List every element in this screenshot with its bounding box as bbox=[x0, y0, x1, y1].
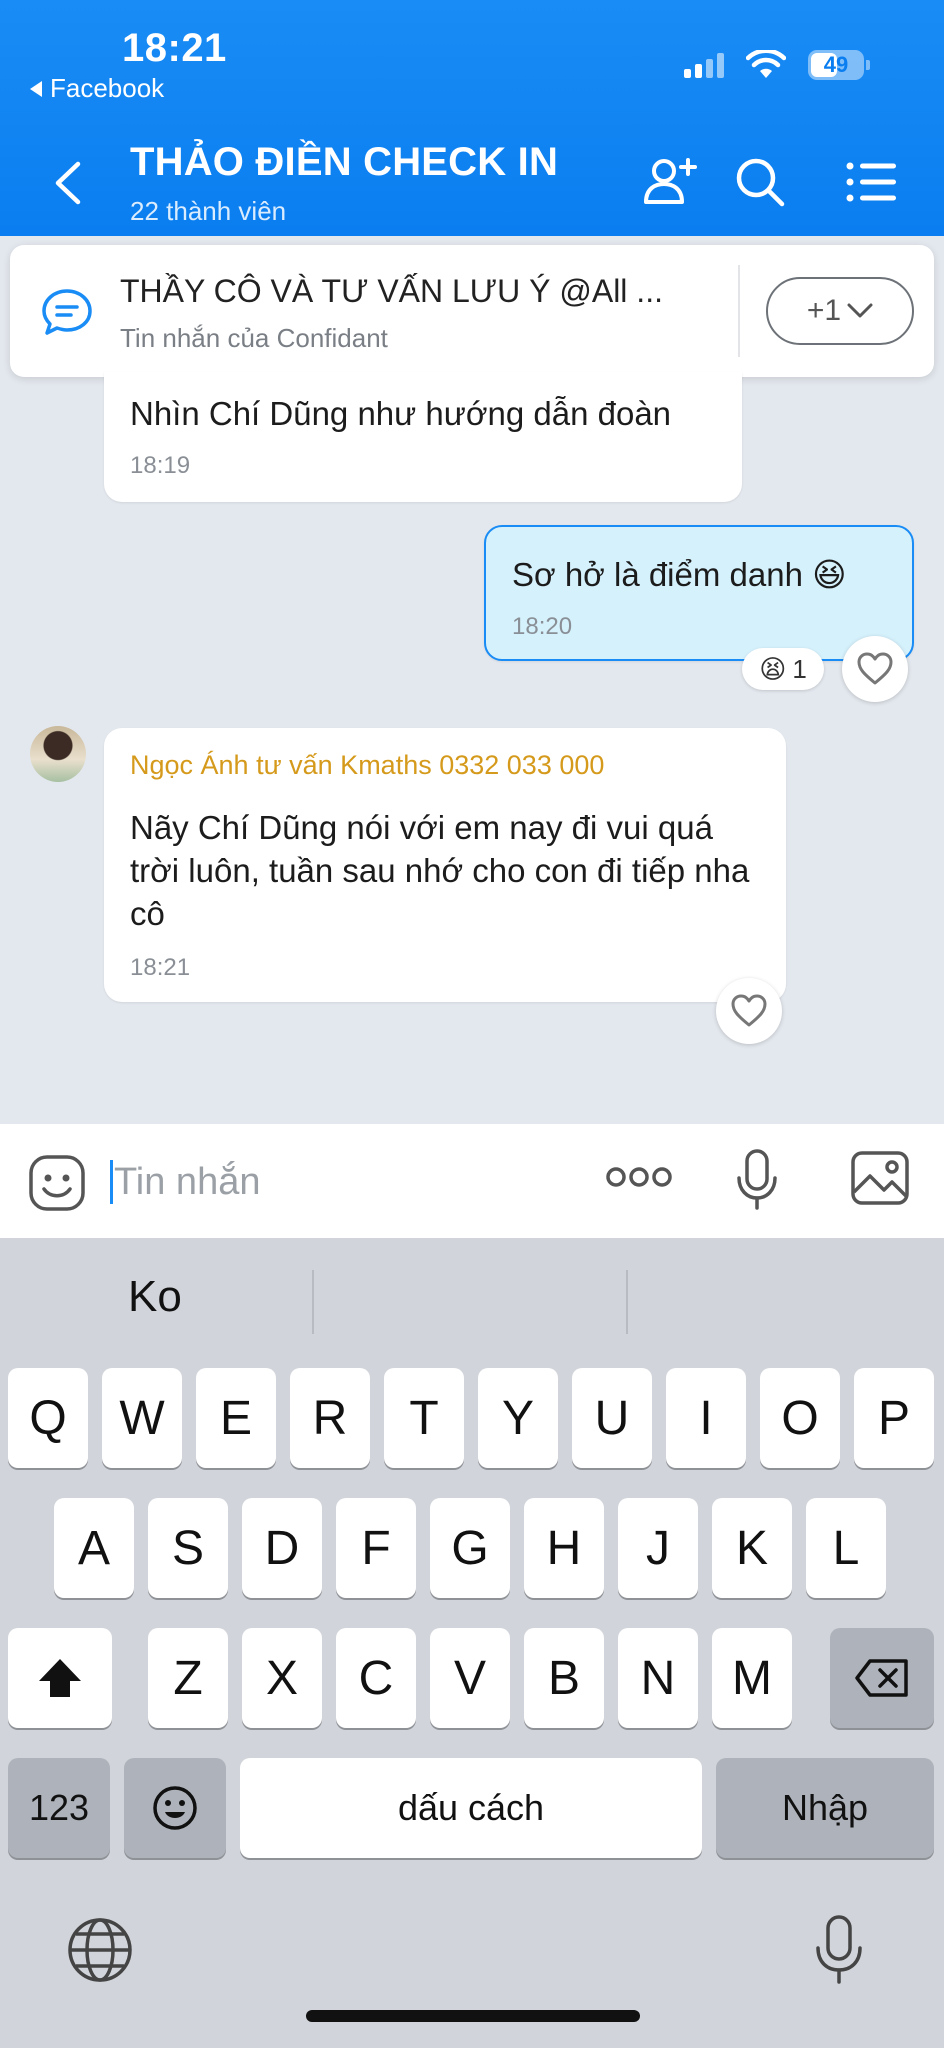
voice-record-icon[interactable] bbox=[736, 1148, 778, 1212]
backspace-icon bbox=[855, 1659, 908, 1697]
back-triangle-icon bbox=[30, 80, 42, 97]
emoji-key[interactable] bbox=[124, 1758, 226, 1858]
like-button[interactable] bbox=[716, 978, 782, 1044]
key-w[interactable]: W bbox=[102, 1368, 182, 1468]
key-g[interactable]: G bbox=[430, 1498, 510, 1598]
status-time: 18:21 bbox=[122, 26, 227, 70]
key-x[interactable]: X bbox=[242, 1628, 322, 1728]
message-bubble-incoming[interactable]: Ngọc Ánh tư vấn Kmaths 0332 033 000 Nãy … bbox=[104, 728, 786, 1002]
home-indicator[interactable] bbox=[306, 2010, 640, 2022]
status-icons: 49 bbox=[684, 50, 870, 80]
key-o[interactable]: O bbox=[760, 1368, 840, 1468]
add-member-icon bbox=[644, 158, 697, 204]
member-count[interactable]: 22 thành viên bbox=[130, 196, 286, 227]
key-i[interactable]: I bbox=[666, 1368, 746, 1468]
key-h[interactable]: H bbox=[524, 1498, 604, 1598]
message-text: Nhìn Chí Dũng như hướng dẫn đoàn bbox=[130, 395, 672, 432]
key-r[interactable]: R bbox=[290, 1368, 370, 1468]
key-f[interactable]: F bbox=[336, 1498, 416, 1598]
reaction-emoji: 😫 bbox=[759, 653, 787, 684]
pinned-count-button[interactable]: +1 bbox=[766, 277, 914, 345]
key-y[interactable]: Y bbox=[478, 1368, 558, 1468]
pinned-subtitle: Tin nhắn của Confidant bbox=[120, 323, 388, 353]
keyboard: Ko Q W E R T Y U I O P A S D F G H J K L… bbox=[0, 1238, 944, 2048]
image-picker-icon[interactable] bbox=[850, 1150, 910, 1206]
search-icon bbox=[736, 158, 785, 207]
heart-icon bbox=[857, 652, 893, 685]
key-j[interactable]: J bbox=[618, 1498, 698, 1598]
chat-bubble-icon bbox=[42, 289, 92, 335]
battery-level: 49 bbox=[823, 52, 849, 77]
key-q[interactable]: Q bbox=[8, 1368, 88, 1468]
key-e[interactable]: E bbox=[196, 1368, 276, 1468]
back-app-label: Facebook bbox=[50, 73, 165, 103]
return-key[interactable]: Nhập bbox=[716, 1758, 934, 1858]
text-caret bbox=[110, 1160, 113, 1204]
back-to-app-link[interactable]: Facebook bbox=[30, 73, 164, 104]
shift-key[interactable] bbox=[8, 1628, 112, 1728]
pinned-count: +1 bbox=[806, 294, 842, 327]
key-p[interactable]: P bbox=[854, 1368, 934, 1468]
emoji-icon bbox=[153, 1786, 197, 1830]
key-l[interactable]: L bbox=[806, 1498, 886, 1598]
chat-header: 18:21 Facebook 49 THẢO ĐIỀN CHECK IN 22 … bbox=[0, 0, 944, 236]
heart-icon bbox=[731, 994, 767, 1027]
search-button[interactable] bbox=[728, 150, 792, 214]
message-text: Nãy Chí Dũng nói với em nay đi vui quá t… bbox=[130, 809, 750, 932]
reaction-badge[interactable]: 😫 1 bbox=[742, 648, 824, 690]
key-d[interactable]: D bbox=[242, 1498, 322, 1598]
message-input[interactable] bbox=[114, 1154, 574, 1210]
message-bubble-incoming[interactable]: Nhìn Chí Dũng như hướng dẫn đoàn 18:19 bbox=[104, 372, 742, 502]
menu-button[interactable] bbox=[840, 150, 904, 214]
wifi-icon bbox=[746, 50, 786, 78]
pinned-title: THẦY CÔ VÀ TƯ VẤN LƯU Ý @All ... bbox=[120, 273, 663, 309]
chat-title[interactable]: THẢO ĐIỀN CHECK IN bbox=[130, 140, 558, 185]
more-options-icon[interactable] bbox=[606, 1164, 672, 1190]
cellular-signal-icon bbox=[684, 52, 724, 78]
suggestion-bar: Ko bbox=[0, 1238, 944, 1366]
message-time: 18:19 bbox=[130, 452, 191, 479]
message-text: Sơ hở là điểm danh 😆 bbox=[512, 556, 847, 593]
key-n[interactable]: N bbox=[618, 1628, 698, 1728]
key-z[interactable]: Z bbox=[148, 1628, 228, 1728]
dictation-mic-icon[interactable] bbox=[814, 1914, 864, 1986]
battery-indicator: 49 bbox=[808, 50, 870, 80]
reaction-count: 1 bbox=[792, 653, 807, 684]
add-member-button[interactable] bbox=[638, 150, 702, 214]
message-time: 18:21 bbox=[130, 954, 191, 981]
key-v[interactable]: V bbox=[430, 1628, 510, 1728]
key-s[interactable]: S bbox=[148, 1498, 228, 1598]
message-time: 18:20 bbox=[512, 613, 573, 640]
message-bubble-outgoing[interactable]: Sơ hở là điểm danh 😆 18:20 bbox=[484, 525, 914, 661]
key-a[interactable]: A bbox=[54, 1498, 134, 1598]
pinned-message-bar[interactable]: THẦY CÔ VÀ TƯ VẤN LƯU Ý @All ... Tin nhắ… bbox=[10, 245, 934, 377]
suggestion-divider bbox=[626, 1270, 628, 1334]
like-button[interactable] bbox=[842, 636, 908, 702]
backspace-key[interactable] bbox=[830, 1628, 934, 1728]
menu-list-icon bbox=[846, 162, 896, 202]
sticker-icon[interactable] bbox=[28, 1154, 86, 1212]
key-t[interactable]: T bbox=[384, 1368, 464, 1468]
key-u[interactable]: U bbox=[572, 1368, 652, 1468]
sender-avatar[interactable] bbox=[30, 726, 86, 782]
pinned-divider bbox=[738, 265, 740, 357]
key-k[interactable]: K bbox=[712, 1498, 792, 1598]
key-b[interactable]: B bbox=[524, 1628, 604, 1728]
back-chevron-icon[interactable] bbox=[50, 160, 86, 206]
shift-icon bbox=[39, 1659, 81, 1697]
key-m[interactable]: M bbox=[712, 1628, 792, 1728]
message-input-bar bbox=[0, 1124, 944, 1238]
globe-icon[interactable] bbox=[66, 1916, 134, 1984]
sender-name[interactable]: Ngọc Ánh tư vấn Kmaths 0332 033 000 bbox=[130, 750, 604, 781]
numbers-key[interactable]: 123 bbox=[8, 1758, 110, 1858]
space-key[interactable]: dấu cách bbox=[240, 1758, 702, 1858]
suggestion-1[interactable]: Ko bbox=[8, 1272, 308, 1322]
chevron-down-icon bbox=[847, 303, 873, 318]
key-c[interactable]: C bbox=[336, 1628, 416, 1728]
suggestion-divider bbox=[312, 1270, 314, 1334]
